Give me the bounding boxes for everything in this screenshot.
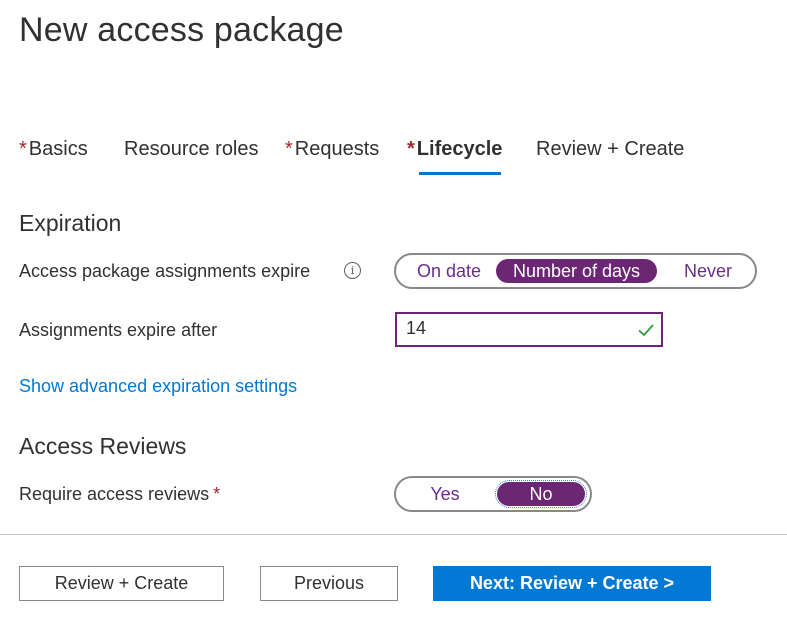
required-marker: * bbox=[285, 138, 293, 160]
tab-label: Basics bbox=[28, 138, 88, 160]
check-icon bbox=[638, 324, 654, 337]
require-access-reviews-text: Require access reviews bbox=[19, 484, 210, 504]
expiration-type-toggle: On date Number of days Never bbox=[394, 253, 757, 289]
show-advanced-expiration-link[interactable]: Show advanced expiration settings bbox=[19, 376, 297, 397]
active-tab-indicator bbox=[419, 172, 501, 175]
option-yes[interactable]: Yes bbox=[402, 478, 488, 510]
tab-label: Requests bbox=[294, 138, 380, 160]
access-reviews-toggle: Yes No bbox=[394, 476, 592, 512]
tab-basics[interactable]: * Basics bbox=[19, 138, 88, 161]
tab-label: Resource roles bbox=[124, 138, 259, 160]
review-create-button[interactable]: Review + Create bbox=[19, 566, 224, 601]
info-icon[interactable]: i bbox=[344, 262, 361, 279]
option-never[interactable]: Never bbox=[666, 255, 750, 287]
required-marker: * bbox=[407, 138, 415, 160]
expiration-heading: Expiration bbox=[19, 210, 122, 236]
option-number-of-days[interactable]: Number of days bbox=[496, 259, 657, 283]
tab-label: Review + Create bbox=[536, 138, 685, 160]
tab-label: Lifecycle bbox=[416, 138, 503, 160]
required-marker: * bbox=[213, 484, 221, 504]
previous-button[interactable]: Previous bbox=[260, 566, 398, 601]
tab-requests[interactable]: * Requests bbox=[285, 138, 379, 161]
tab-review-create[interactable]: Review + Create bbox=[536, 138, 684, 161]
option-on-date[interactable]: On date bbox=[402, 255, 496, 287]
required-marker: * bbox=[19, 138, 27, 160]
tab-resource-roles[interactable]: Resource roles bbox=[124, 138, 259, 161]
tab-lifecycle[interactable]: * Lifecycle bbox=[407, 138, 502, 161]
option-no[interactable]: No bbox=[495, 480, 587, 508]
expire-days-input[interactable]: 14 bbox=[395, 312, 663, 347]
access-reviews-heading: Access Reviews bbox=[19, 433, 187, 459]
next-review-create-button[interactable]: Next: Review + Create > bbox=[433, 566, 711, 601]
require-access-reviews-label: Require access reviews * bbox=[19, 484, 220, 505]
page-title: New access package bbox=[19, 11, 344, 49]
assignments-expire-after-label: Assignments expire after bbox=[19, 320, 218, 340]
footer-divider bbox=[0, 534, 787, 535]
assignments-expire-label: Access package assignments expire bbox=[19, 261, 311, 281]
